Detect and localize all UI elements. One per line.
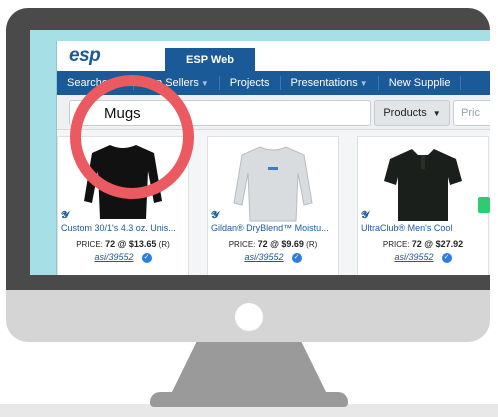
logo-text: esp — [69, 45, 101, 66]
asi-number: asi/39552 — [394, 252, 434, 262]
nav-label: Presentations — [290, 77, 358, 89]
verified-check-icon: ✓ — [141, 252, 152, 263]
product-title[interactable]: Gildan® DryBlend™ Moistu... — [211, 223, 335, 233]
nav-label: New Supplie — [388, 77, 451, 89]
price-input[interactable]: Pric — [453, 100, 490, 126]
category-label: Products — [383, 107, 427, 119]
product-price: PRICE: 72 @ $27.92 — [358, 239, 488, 249]
caret-down-icon: ▼ — [432, 108, 441, 118]
shirt-print — [268, 167, 278, 170]
price-value: 72 @ $13.65 — [105, 239, 157, 249]
power-button — [235, 303, 263, 331]
supplier-asi-link[interactable]: asi/39552 ✓ — [358, 252, 488, 263]
tab-esp-web[interactable]: ESP Web — [165, 48, 255, 71]
longsleeve-shirt-image — [233, 146, 313, 222]
nav-item-presentations[interactable]: Presentations ▼ — [281, 76, 379, 90]
product-image[interactable] — [208, 137, 338, 223]
product-title[interactable]: UltraClub® Men's Cool — [361, 223, 485, 233]
price-suffix: (R) — [306, 240, 318, 249]
supplier-logo-icon: 𝓨 — [61, 210, 69, 221]
supplier-logo-icon: 𝓨 — [361, 210, 369, 221]
asi-number: asi/39552 — [244, 252, 284, 262]
site-header: esp ESP Web — [57, 41, 490, 71]
monitor-stand-base — [150, 392, 348, 407]
product-card[interactable]: 𝓨 Gildan® DryBlend™ Moistu... PRICE: 72 … — [207, 136, 339, 275]
verified-check-icon: ✓ — [441, 252, 452, 263]
nav-label: Projects — [229, 77, 270, 89]
supplier-asi-link[interactable]: asi/39552 ✓ — [58, 252, 188, 263]
highlight-circle — [70, 75, 194, 199]
product-image[interactable] — [358, 137, 488, 223]
price-placeholder: Pric — [461, 107, 480, 119]
price-prefix: PRICE: — [382, 240, 410, 249]
product-card[interactable]: 𝓨 UltraClub® Men's Cool PRICE: 72 @ $27.… — [357, 136, 490, 275]
price-suffix: (R) — [158, 240, 170, 249]
category-select[interactable]: Products ▼ — [374, 100, 450, 126]
nav-item-new-suppliers[interactable]: New Supplie — [379, 76, 462, 90]
badge-icon — [478, 197, 490, 213]
polo-placket — [421, 155, 425, 169]
price-prefix: PRICE: — [76, 240, 103, 249]
caret-down-icon: ▼ — [359, 79, 368, 88]
caret-down-icon: ▼ — [200, 79, 209, 88]
monitor-stand — [170, 338, 328, 396]
nav-item-projects[interactable]: Projects — [220, 76, 281, 90]
verified-check-icon: ✓ — [291, 252, 302, 263]
product-price: PRICE: 72 @ $13.65 (R) — [58, 239, 188, 249]
price-value: 72 @ $9.69 — [257, 239, 304, 249]
price-prefix: PRICE: — [228, 240, 256, 249]
supplier-asi-link[interactable]: asi/39552 ✓ — [208, 252, 338, 263]
product-price: PRICE: 72 @ $9.69 (R) — [208, 239, 338, 249]
esp-logo[interactable]: esp — [69, 45, 101, 67]
supplier-logo-icon: 𝓨 — [211, 210, 219, 221]
asi-number: asi/39552 — [94, 252, 134, 262]
price-value: 72 @ $27.92 — [411, 239, 464, 249]
product-title[interactable]: Custom 30/1's 4.3 oz. Unis... — [61, 223, 185, 233]
